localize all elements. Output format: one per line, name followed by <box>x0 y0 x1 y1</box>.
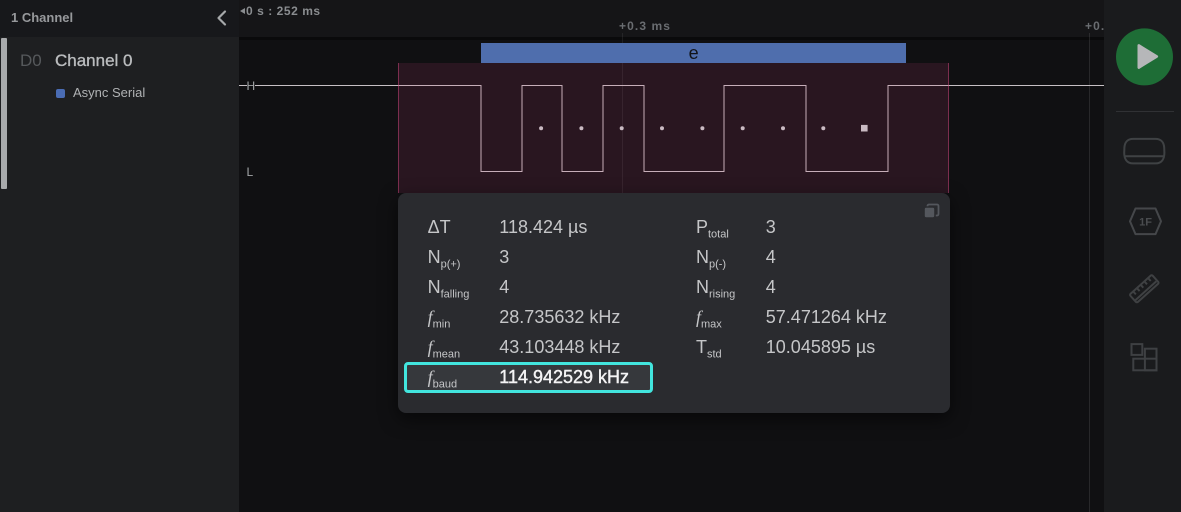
svg-text:1F: 1F <box>1139 217 1152 229</box>
